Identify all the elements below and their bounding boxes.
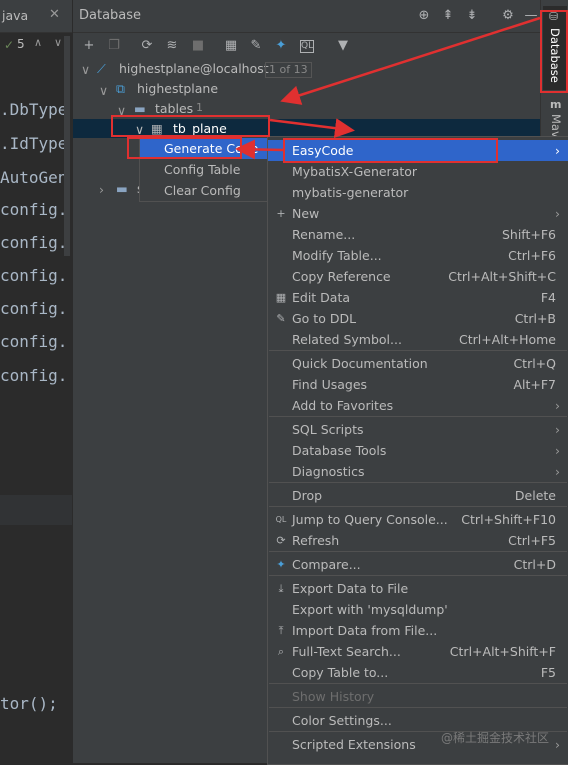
annotation-arrows xyxy=(235,16,541,160)
arrow-to-generate xyxy=(235,139,284,160)
arrow-to-menu xyxy=(269,118,355,139)
arrow-to-tables xyxy=(280,16,541,105)
